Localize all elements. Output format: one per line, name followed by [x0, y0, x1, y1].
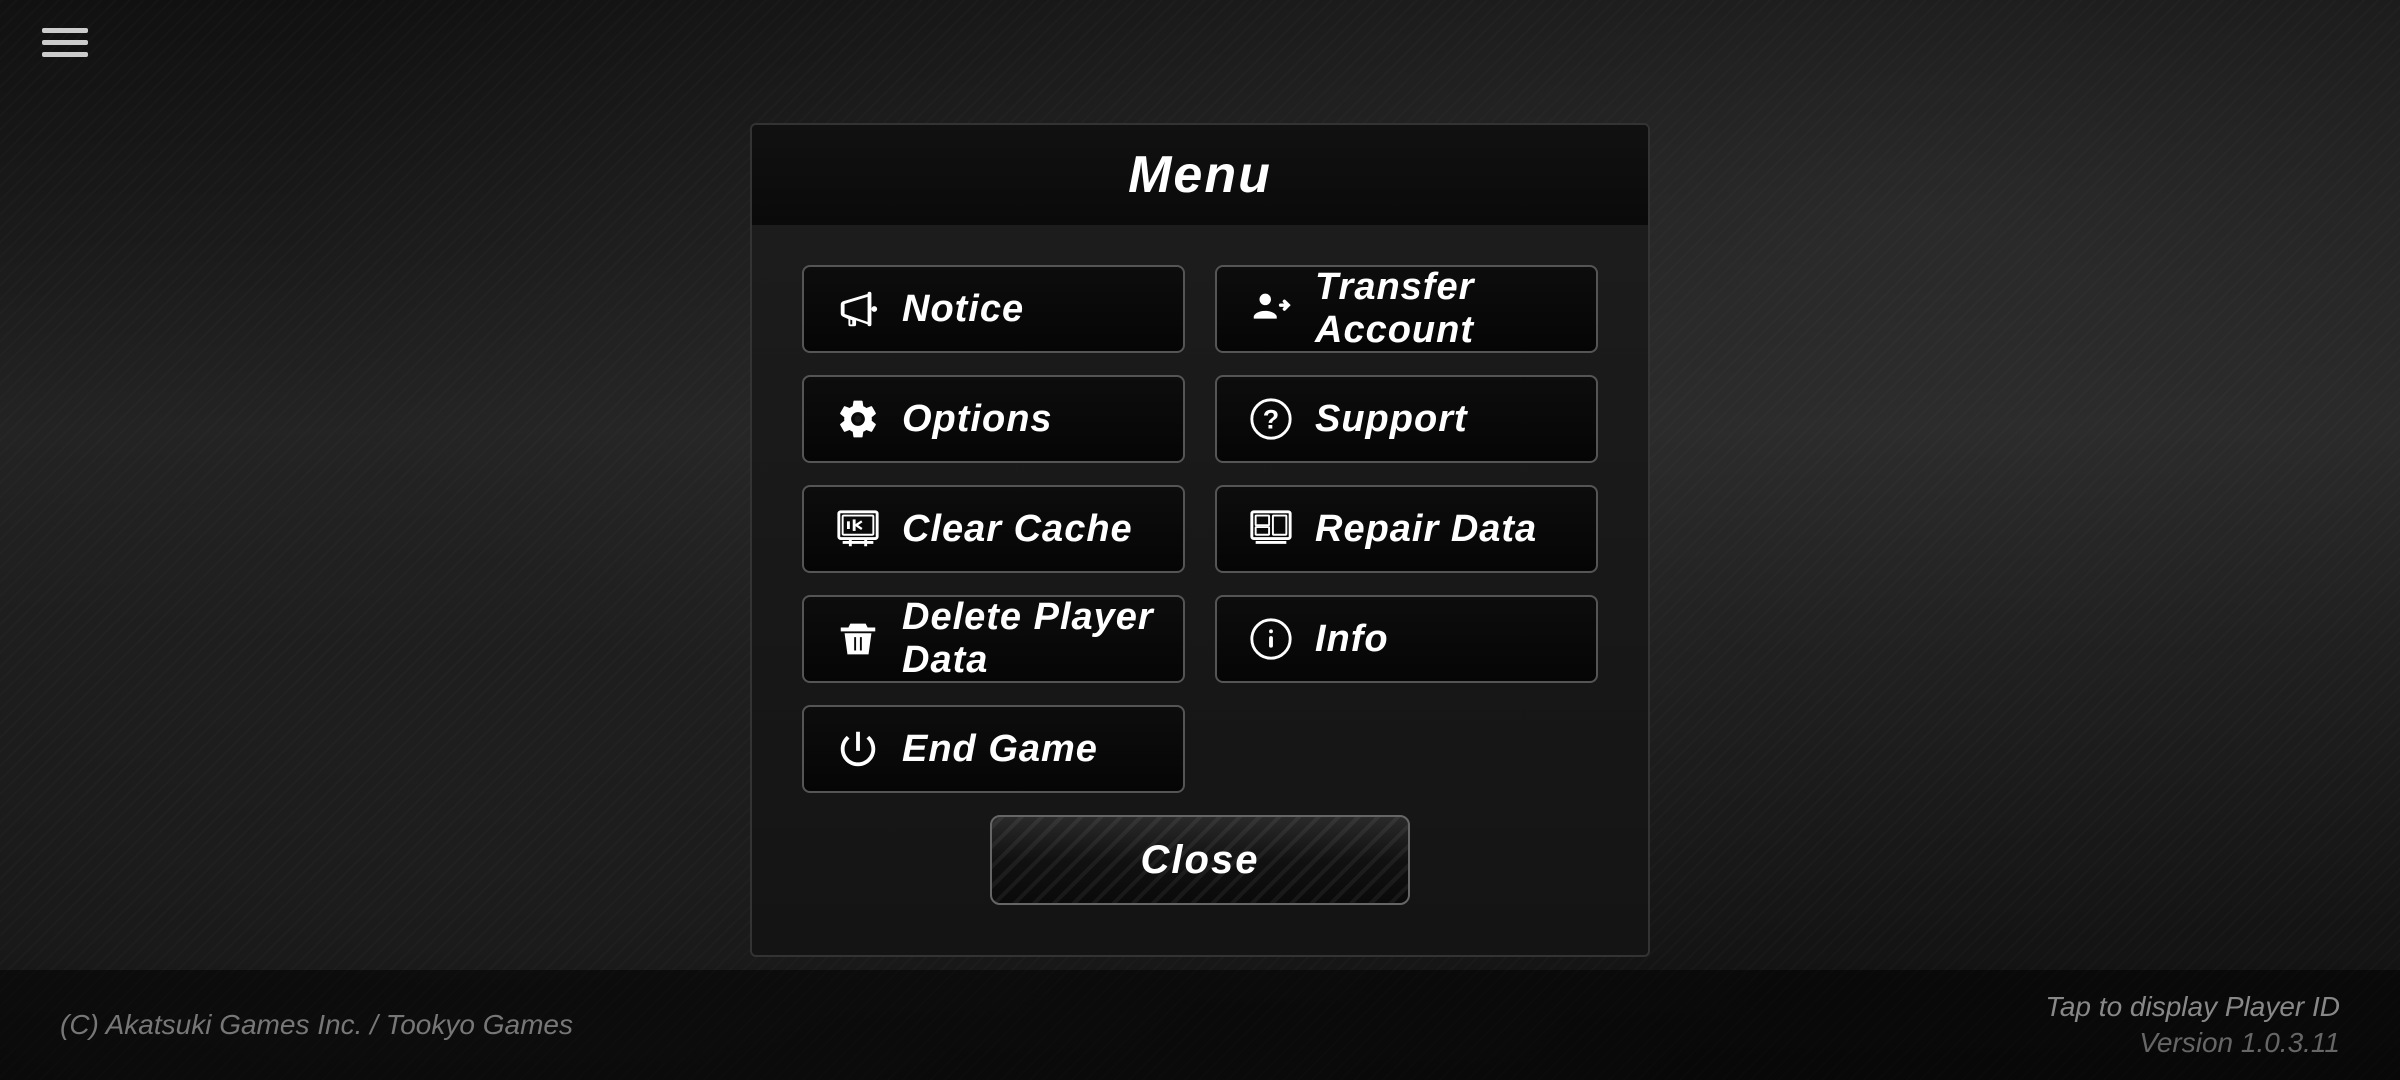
megaphone-icon [832, 283, 884, 335]
question-icon: ? [1245, 393, 1297, 445]
transfer-account-button[interactable]: Transfer Account [1215, 265, 1598, 353]
left-column: Notice Options [802, 265, 1185, 683]
close-label: Close [1141, 838, 1260, 883]
delete-player-data-label: Delete Player Data [902, 596, 1155, 682]
menu-dialog: Menu Notice [750, 123, 1650, 957]
support-label: Support [1315, 398, 1468, 441]
close-button[interactable]: Close [990, 815, 1410, 905]
delete-player-data-button[interactable]: Delete Player Data [802, 595, 1185, 683]
info-label: Info [1315, 618, 1389, 661]
hamburger-button[interactable] [42, 28, 88, 57]
support-button[interactable]: ? Support [1215, 375, 1598, 463]
notice-button[interactable]: Notice [802, 265, 1185, 353]
bottom-bar: (C) Akatsuki Games Inc. / Tookyo Games T… [0, 970, 2400, 1080]
transfer-icon [1245, 283, 1297, 335]
end-game-label: End Game [902, 728, 1098, 771]
version-text: Version 1.0.3.11 [2139, 1027, 2340, 1059]
right-bottom: Tap to display Player ID Version 1.0.3.1… [2045, 991, 2340, 1059]
svg-text:?: ? [1263, 405, 1279, 435]
tap-display-text[interactable]: Tap to display Player ID [2045, 991, 2340, 1023]
transfer-account-label: Transfer Account [1315, 266, 1568, 352]
end-game-button[interactable]: End Game [802, 705, 1185, 793]
clear-cache-button[interactable]: Clear Cache [802, 485, 1185, 573]
info-button[interactable]: Info [1215, 595, 1598, 683]
trash-icon [832, 613, 884, 665]
notice-label: Notice [902, 288, 1024, 331]
info-icon [1245, 613, 1297, 665]
menu-title-bar: Menu [750, 123, 1650, 225]
repair-data-button[interactable]: Repair Data [1215, 485, 1598, 573]
options-button[interactable]: Options [802, 375, 1185, 463]
repair-data-label: Repair Data [1315, 508, 1537, 551]
copyright-text: (C) Akatsuki Games Inc. / Tookyo Games [60, 1009, 573, 1041]
right-column: Transfer Account ? Support [1215, 265, 1598, 683]
clear-cache-label: Clear Cache [902, 508, 1133, 551]
clear-cache-icon [832, 503, 884, 555]
end-game-row: End Game [802, 705, 1598, 793]
power-icon [832, 723, 884, 775]
menu-buttons-grid: Notice Options [802, 265, 1598, 683]
repair-icon [1245, 503, 1297, 555]
menu-content: Notice Options [750, 225, 1650, 957]
gear-icon [832, 393, 884, 445]
options-label: Options [902, 398, 1053, 441]
menu-title: Menu [1128, 146, 1272, 204]
bottom-section: End Game Close [802, 705, 1598, 905]
